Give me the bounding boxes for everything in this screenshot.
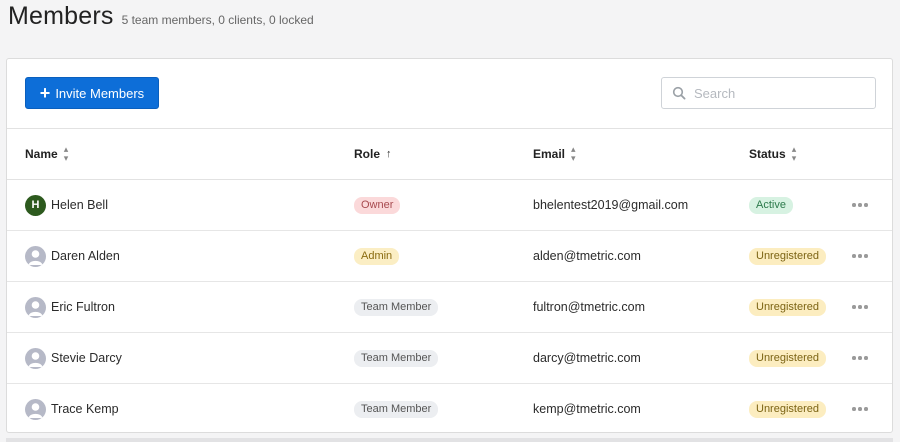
- table-row[interactable]: Eric Fultron Team Member fultron@tmetric…: [7, 282, 892, 333]
- email-cell: kemp@tmetric.com: [533, 402, 641, 416]
- status-cell: Unregistered: [749, 231, 826, 281]
- status-cell: Unregistered: [749, 333, 826, 383]
- role-badge: Owner: [354, 196, 401, 214]
- status-cell: Unregistered: [749, 384, 826, 434]
- role-cell: Team Member: [354, 333, 439, 383]
- column-header-role[interactable]: Role ↑: [354, 129, 392, 179]
- member-name: Trace Kemp: [51, 402, 119, 416]
- role-badge: Team Member: [354, 400, 439, 418]
- avatar: H: [25, 194, 46, 216]
- user-icon: [25, 398, 46, 420]
- member-name: Daren Alden: [51, 249, 120, 263]
- arrow-up-icon: ↑: [386, 147, 392, 160]
- email-cell: bhelentest2019@gmail.com: [533, 198, 689, 212]
- table-header: Name ▴ ▾ Role ↑ Email ▴ ▾ Status ▴ ▾: [7, 129, 892, 180]
- toolbar: + Invite Members: [7, 59, 892, 129]
- column-label: Role: [354, 147, 381, 161]
- member-name-cell: H Helen Bell: [25, 180, 108, 230]
- member-name: Eric Fultron: [51, 300, 115, 314]
- more-horizontal-icon[interactable]: [850, 180, 870, 230]
- column-label: Name: [25, 147, 58, 161]
- table-row[interactable]: H Helen Bell Owner bhelentest2019@gmail.…: [7, 180, 892, 231]
- role-cell: Team Member: [354, 282, 439, 332]
- page-subtitle: 5 team members, 0 clients, 0 locked: [121, 13, 314, 27]
- member-name-cell: Eric Fultron: [25, 282, 115, 332]
- status-badge: Unregistered: [749, 349, 826, 367]
- role-cell: Owner: [354, 180, 401, 230]
- invite-members-label: Invite Members: [55, 85, 145, 101]
- column-label: Status: [749, 147, 786, 161]
- member-name: Stevie Darcy: [51, 351, 122, 365]
- plus-icon: +: [39, 83, 51, 103]
- member-name-cell: Trace Kemp: [25, 384, 119, 434]
- table-row[interactable]: Daren Alden Admin alden@tmetric.com Unre…: [7, 231, 892, 282]
- role-badge: Team Member: [354, 349, 439, 367]
- email-cell: alden@tmetric.com: [533, 249, 641, 263]
- status-cell: Unregistered: [749, 282, 826, 332]
- sort-icon: ▴ ▾: [571, 144, 576, 163]
- column-header-email[interactable]: Email ▴ ▾: [533, 129, 576, 179]
- role-badge: Team Member: [354, 298, 439, 316]
- more-horizontal-icon[interactable]: [850, 384, 870, 434]
- table-row[interactable]: Trace Kemp Team Member kemp@tmetric.com …: [7, 384, 892, 434]
- more-horizontal-icon[interactable]: [850, 333, 870, 383]
- user-icon: [25, 245, 46, 267]
- search-icon: [672, 86, 686, 100]
- email-cell: darcy@tmetric.com: [533, 351, 641, 365]
- more-horizontal-icon[interactable]: [850, 282, 870, 332]
- search-input[interactable]: [692, 84, 866, 102]
- user-icon: [25, 347, 46, 369]
- status-cell: Active: [749, 180, 793, 230]
- role-badge: Admin: [354, 247, 400, 265]
- role-cell: Team Member: [354, 384, 439, 434]
- email-cell: fultron@tmetric.com: [533, 300, 646, 314]
- invite-members-button[interactable]: + Invite Members: [25, 77, 159, 109]
- member-name-cell: Stevie Darcy: [25, 333, 122, 383]
- column-label: Email: [533, 147, 566, 161]
- column-header-status[interactable]: Status ▴ ▾: [749, 129, 796, 179]
- sort-icon: ▴ ▾: [63, 144, 69, 163]
- role-cell: Admin: [354, 231, 400, 281]
- members-card: + Invite Members Name ▴▾ Role ↑ Email ▴▾…: [6, 58, 893, 433]
- status-badge: Active: [749, 196, 793, 214]
- status-badge: Unregistered: [749, 298, 826, 316]
- status-badge: Unregistered: [749, 247, 826, 265]
- page-title: Members: [8, 2, 114, 30]
- member-name: Helen Bell: [51, 198, 108, 212]
- column-header-name[interactable]: Name ▴ ▾: [25, 129, 68, 179]
- search-box[interactable]: [661, 77, 876, 109]
- status-badge: Unregistered: [749, 400, 826, 418]
- table-row[interactable]: Stevie Darcy Team Member darcy@tmetric.c…: [7, 333, 892, 384]
- page-footer-edge: [6, 438, 893, 442]
- page-header: Members 5 team members, 0 clients, 0 loc…: [8, 2, 314, 31]
- member-name-cell: Daren Alden: [25, 231, 120, 281]
- user-icon: [25, 296, 46, 318]
- sort-icon: ▴ ▾: [791, 144, 797, 163]
- more-horizontal-icon[interactable]: [850, 231, 870, 281]
